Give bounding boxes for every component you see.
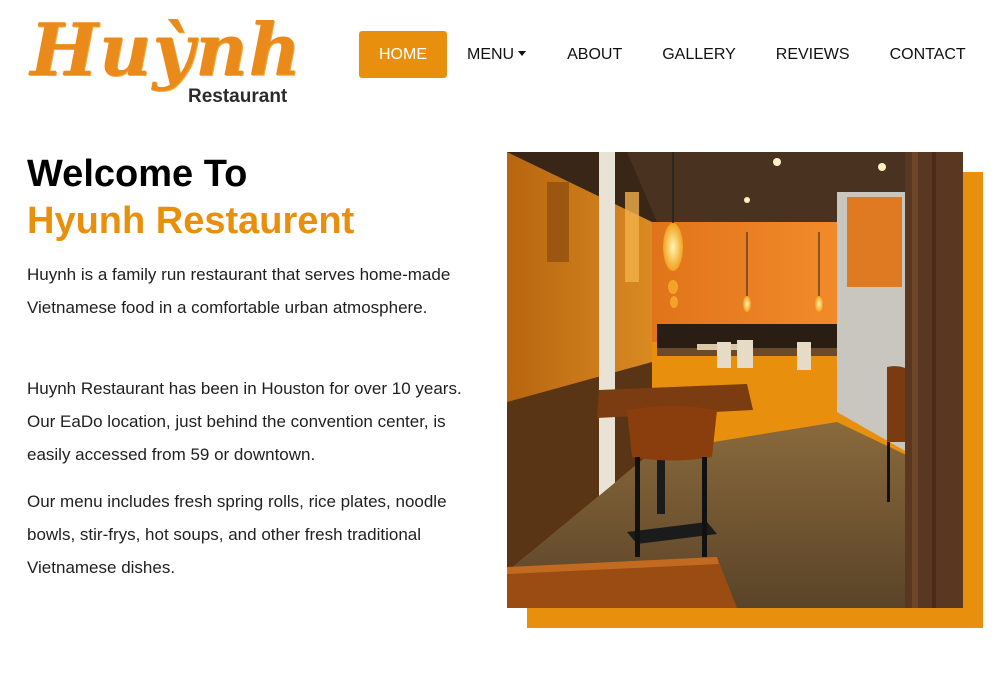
intro-paragraph: Huynh is a family run restaurant that se… <box>27 265 451 317</box>
nav-reviews[interactable]: REVIEWS <box>776 31 850 78</box>
chevron-down-icon <box>518 51 527 56</box>
welcome-heading: Welcome To <box>27 153 248 195</box>
nav-gallery[interactable]: GALLERY <box>662 31 736 78</box>
nav-contact[interactable]: CONTACT <box>890 31 966 78</box>
nav-menu-label: MENU <box>467 45 515 63</box>
restaurant-name-heading: Hyunh Restaurent <box>27 200 355 242</box>
nav-home[interactable]: HOME <box>359 31 447 78</box>
nav-menu[interactable]: MENU <box>467 31 527 78</box>
site-logo[interactable]: Huỳnh Restaurant <box>28 8 301 108</box>
restaurant-interior-image <box>507 152 963 608</box>
logo-wordmark: Huỳnh <box>30 7 302 92</box>
nav-about[interactable]: ABOUT <box>567 31 622 78</box>
logo-subtitle: Restaurant <box>188 86 288 107</box>
location-paragraph: Huynh Restaurant has been in Houston for… <box>27 379 462 464</box>
main-nav: HOME MENU ABOUT GALLERY REVIEWS CONTACT <box>359 31 966 78</box>
menu-paragraph: Our menu includes fresh spring rolls, ri… <box>27 492 447 577</box>
